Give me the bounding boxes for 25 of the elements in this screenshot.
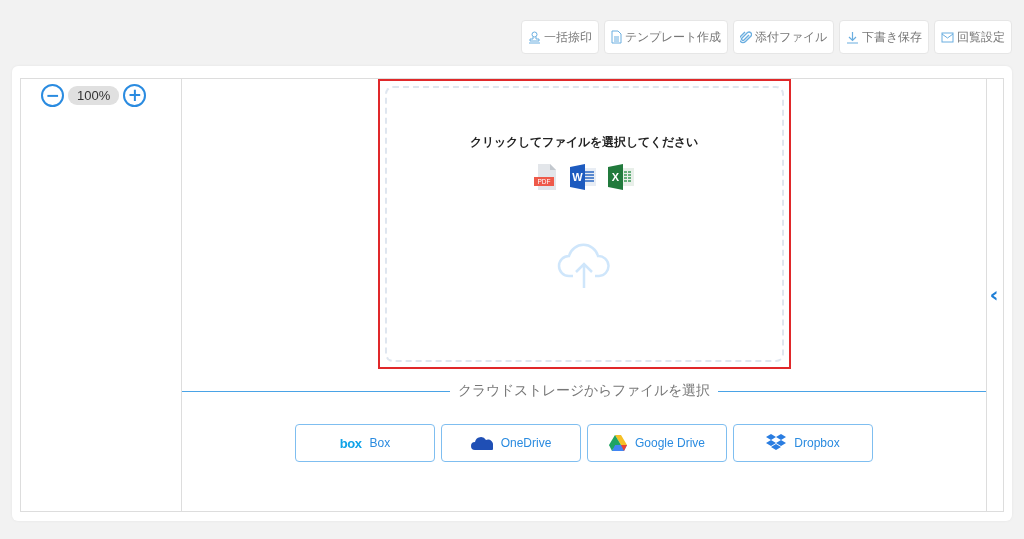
cloud-upload-icon — [557, 242, 611, 290]
toolbar-button[interactable]: テンプレート作成 — [604, 20, 728, 54]
zoom-out-button[interactable]: − — [41, 84, 64, 107]
document-icon — [611, 30, 622, 44]
cloud-icon — [470, 436, 493, 450]
cloud-service-button[interactable]: box Box — [295, 424, 435, 462]
toolbar-button[interactable]: 添付ファイル — [733, 20, 834, 54]
zoom-level: 100% — [68, 86, 120, 105]
panel-toggle[interactable]: ‹ — [987, 284, 1001, 306]
cloud-service-button[interactable]: Google Drive — [587, 424, 727, 462]
cloud-service-button[interactable]: Dropbox — [733, 424, 873, 462]
download-icon — [846, 30, 859, 44]
mail-icon — [941, 31, 954, 43]
toolbar-button[interactable]: 一括捺印 — [521, 20, 599, 54]
triangle-drive-icon — [609, 435, 627, 451]
zoom-in-button[interactable]: + — [123, 84, 147, 107]
open-box-icon — [766, 434, 787, 452]
drop-prompt: クリックしてファイルを選択してください — [470, 134, 698, 151]
paperclip-icon — [740, 30, 752, 44]
toolbar-button[interactable]: 回覧設定 — [934, 20, 1012, 54]
cloud-service-button[interactable]: OneDrive — [441, 424, 581, 462]
toolbar-button[interactable]: 下書き保存 — [839, 20, 929, 54]
stamp-icon — [528, 30, 541, 44]
cloud-storage-heading: クラウドストレージからファイルを選択 — [458, 382, 710, 400]
box-logo-icon: box — [339, 435, 362, 451]
